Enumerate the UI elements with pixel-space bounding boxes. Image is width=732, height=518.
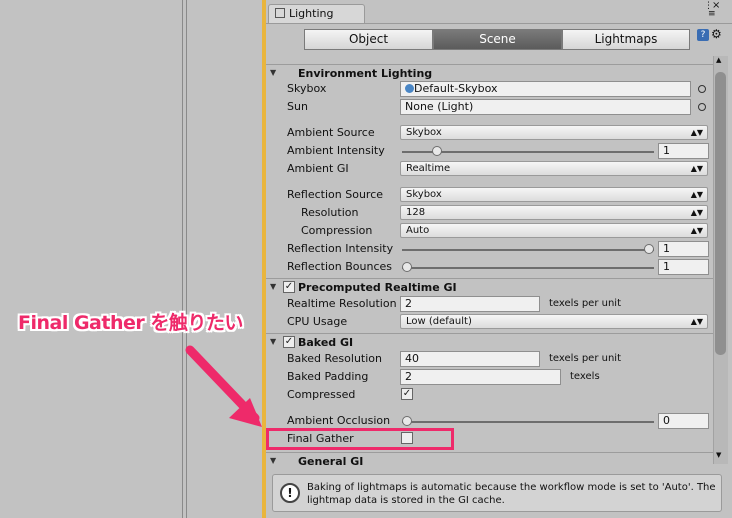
final-gather-highlight-box (266, 428, 454, 450)
annotation-callout: Final Gather を触りたい (18, 312, 243, 334)
